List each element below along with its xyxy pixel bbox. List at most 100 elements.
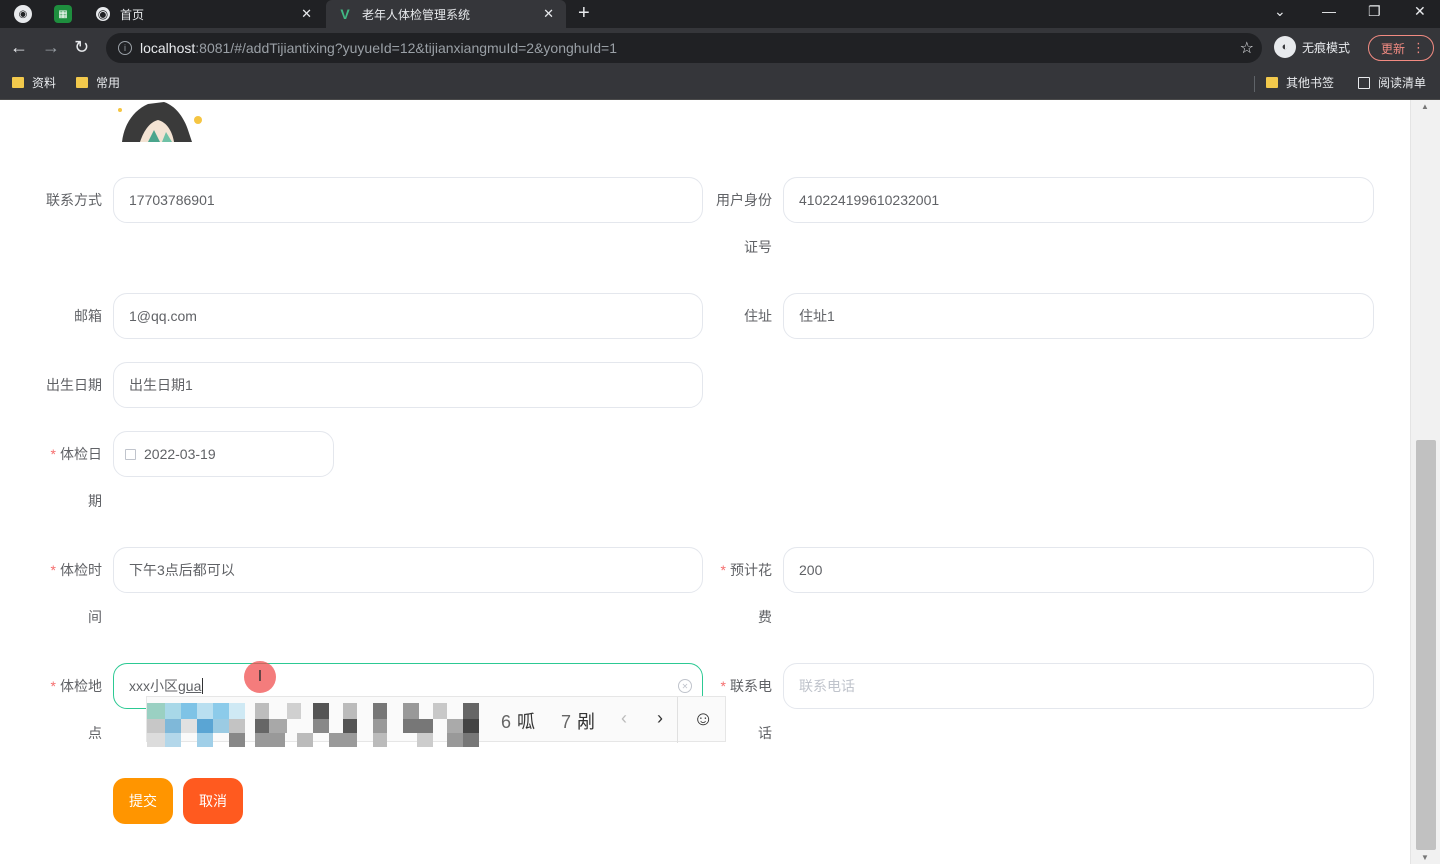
url-host: localhost (140, 40, 196, 56)
bookmark-divider (1254, 76, 1255, 92)
exam-time-label-line2: 间 (88, 609, 102, 625)
scroll-up-arrow-icon[interactable]: ▲ (1421, 102, 1429, 111)
tab-elderly-exam-system[interactable]: V 老年人体检管理系统 ✕ (326, 0, 566, 28)
bookmark-label: 其他书签 (1286, 76, 1335, 90)
birthday-input[interactable]: 出生日期1 (113, 362, 703, 408)
page-content: 联系方式 17703786901 用户身份 证号 410224199610232… (0, 100, 1410, 864)
idcard-input[interactable]: 410224199610232001 (783, 177, 1374, 223)
exam-time-input[interactable]: 下午3点后都可以 (113, 547, 703, 593)
submit-button[interactable]: 提交 (113, 778, 173, 824)
address-bar[interactable]: i localhost:8081/#/addTijiantixing?yuyue… (106, 33, 1262, 63)
minimize-icon[interactable]: — (1322, 3, 1336, 19)
info-icon[interactable]: i (118, 41, 132, 55)
cost-label-line2: 费 (758, 609, 772, 625)
globe-icon: ◉ (96, 7, 110, 21)
window-close-icon[interactable]: ✕ (1414, 3, 1426, 20)
cost-label-line1: * 预计花 (680, 560, 772, 580)
bookmark-label: 阅读清单 (1378, 76, 1427, 90)
url-path: :8081/#/addTijiantixing?yuyueId=12&tijia… (195, 40, 618, 56)
idcard-value: 410224199610232001 (799, 192, 940, 208)
folder-icon (1266, 77, 1278, 88)
ime-divider (677, 697, 678, 743)
exam-time-label-line1: * 体检时 (10, 560, 102, 580)
update-button[interactable]: 更新 ⋮ (1368, 35, 1434, 61)
address-label: 住址 (744, 308, 772, 324)
exam-date-value: 2022-03-19 (144, 446, 216, 462)
required-mark: * (720, 678, 726, 694)
contact-label: 联系方式 (46, 192, 102, 208)
location-label-line1: * 体检地 (10, 676, 102, 696)
exam-date-label-line1: * 体检日 (10, 444, 102, 464)
page-scrollbar[interactable]: ▲ ▼ (1410, 100, 1440, 864)
folder-icon (12, 77, 24, 88)
cost-label-text: 预计花 (730, 562, 772, 578)
email-input[interactable]: 1@qq.com (113, 293, 703, 339)
cost-input[interactable]: 200 (783, 547, 1374, 593)
exam-time-value: 下午3点后都可以 (129, 562, 235, 578)
bookmark-folder-ziliao[interactable]: 资料 (12, 74, 56, 91)
exam-time-label-text: 体检时 (60, 562, 102, 578)
ime-composing-text: gua (178, 678, 202, 694)
ime-candidate-7[interactable]: 7剐 (561, 708, 595, 734)
text-caret (202, 678, 204, 694)
ime-next-page-icon[interactable]: › (657, 708, 663, 729)
idcard-label-line1: 用户身份 (716, 192, 772, 208)
required-mark: * (50, 446, 56, 462)
tab-label: 老年人体检管理系统 (362, 7, 471, 22)
tab-home[interactable]: ◉ 首页 ✕ (84, 0, 324, 28)
vue-logo-icon: V (340, 6, 350, 22)
browser-toolbar: ← → ↻ i localhost:8081/#/addTijiantixing… (0, 28, 1440, 68)
forward-arrow-icon[interactable]: → (42, 37, 60, 57)
pinned-tab-sheet-icon[interactable]: ▦ (54, 5, 72, 23)
back-arrow-icon[interactable]: ← (10, 37, 28, 57)
bookmark-folder-other[interactable]: 其他书签 (1266, 74, 1334, 91)
exam-date-picker[interactable]: 2022-03-19 (113, 431, 334, 477)
ime-candidate-6[interactable]: 6呱 (501, 708, 535, 734)
bookmarks-bar: 资料 常用 其他书签 阅读清单 (0, 68, 1440, 100)
birthday-value: 出生日期1 (129, 377, 193, 393)
tab-search-chevron-icon[interactable]: ⌄ (1274, 3, 1286, 20)
menu-dots-icon[interactable]: ⋮ (1412, 40, 1425, 56)
exam-date-label-text: 体检日 (60, 446, 102, 462)
ime-prev-page-icon[interactable]: ‹ (621, 708, 627, 729)
bookmark-star-icon[interactable]: ☆ (1240, 38, 1254, 58)
contact-input[interactable]: 17703786901 (113, 177, 703, 223)
text-cursor-icon: I (257, 668, 263, 685)
scroll-down-arrow-icon[interactable]: ▼ (1421, 853, 1429, 862)
close-icon[interactable]: ✕ (301, 6, 312, 22)
email-value: 1@qq.com (129, 308, 197, 324)
avatar (114, 100, 206, 142)
bookmark-folder-changyong[interactable]: 常用 (76, 74, 120, 91)
address-input[interactable]: 住址1 (783, 293, 1374, 339)
location-value: xxx小区 (129, 678, 178, 694)
scroll-thumb[interactable] (1416, 440, 1436, 850)
incognito-indicator[interactable]: ◐ 无痕模式 (1274, 36, 1350, 58)
phone-placeholder: 联系电话 (799, 678, 855, 694)
cancel-button[interactable]: 取消 (183, 778, 243, 824)
bookmark-label: 资料 (32, 76, 57, 90)
location-label-line2: 点 (88, 725, 102, 741)
reload-icon[interactable]: ↻ (74, 37, 89, 57)
restore-icon[interactable]: ❐ (1368, 3, 1381, 20)
required-mark: * (720, 562, 726, 578)
required-mark: * (50, 678, 56, 694)
location-label-text: 体检地 (60, 678, 102, 694)
incognito-icon: ◐ (1274, 36, 1296, 58)
phone-label-text: 联系电 (730, 678, 772, 694)
phone-label-line1: * 联系电 (680, 676, 772, 696)
bookmark-label: 常用 (96, 76, 121, 90)
folder-icon (76, 77, 88, 88)
update-label: 更新 (1381, 41, 1406, 56)
incognito-label: 无痕模式 (1302, 40, 1351, 55)
emoji-icon[interactable]: ☺ (693, 708, 713, 731)
birthday-label: 出生日期 (46, 377, 102, 393)
exam-date-label-line2: 期 (88, 493, 102, 509)
tab-label: 首页 (120, 7, 145, 22)
new-tab-plus-icon[interactable]: + (578, 3, 590, 23)
reading-list[interactable]: 阅读清单 (1358, 74, 1426, 91)
close-icon[interactable]: ✕ (543, 6, 554, 22)
phone-input[interactable]: 联系电话 (783, 663, 1374, 709)
ime-candidate-window: 6呱 7剐 ‹ › ☺ (146, 696, 726, 747)
pinned-tab-globe-icon[interactable]: ◉ (14, 5, 32, 23)
email-label: 邮箱 (74, 308, 102, 324)
